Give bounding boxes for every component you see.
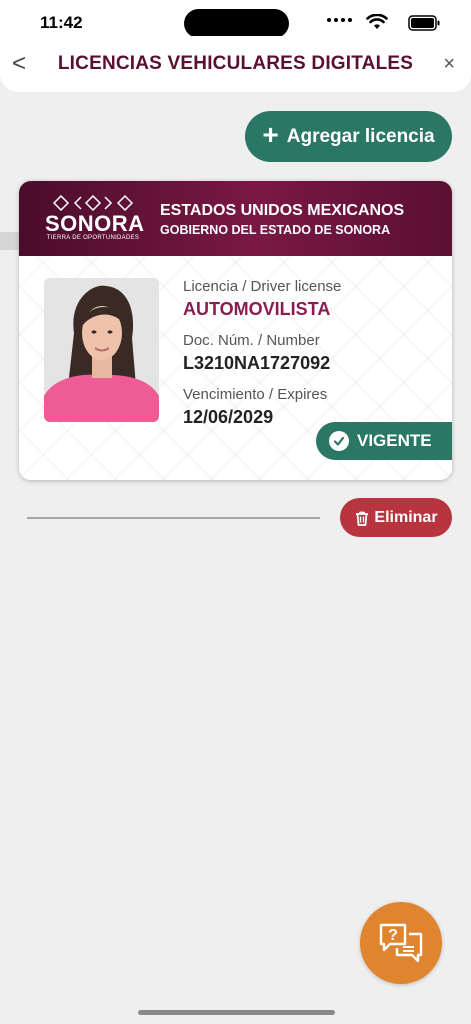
plus-icon: +	[262, 119, 279, 150]
home-indicator[interactable]	[138, 1010, 335, 1015]
license-type-value: AUTOMOVILISTA	[183, 299, 331, 319]
logo-name: SONORA	[45, 211, 145, 236]
status-label: VIGENTE	[357, 431, 432, 450]
license-card[interactable]: SONORA TIERRA DE OPORTUNIDADES ESTADOS U…	[19, 181, 452, 480]
status-badge: VIGENTE	[316, 422, 452, 460]
doc-number-value: L3210NA1727092	[183, 353, 331, 373]
license-type-label: Licencia / Driver license	[183, 278, 342, 295]
dynamic-island	[184, 9, 289, 38]
expires-value: 12/06/2029	[183, 407, 274, 427]
app-header: < LICENCIAS VEHICULARES DIGITALES ×	[0, 36, 471, 92]
expires-label: Vencimiento / Expires	[183, 386, 328, 403]
check-circle-icon	[329, 431, 349, 451]
logo-mark-icon	[53, 195, 133, 211]
page-title: LICENCIAS VEHICULARES DIGITALES	[57, 53, 414, 74]
sonora-logo: SONORA TIERRA DE OPORTUNIDADES	[45, 195, 145, 243]
card-government: GOBIERNO DEL ESTADO DE SONORA	[160, 223, 391, 237]
card-header: SONORA TIERRA DE OPORTUNIDADES ESTADOS U…	[19, 181, 452, 256]
add-license-button[interactable]: + Agregar licencia	[245, 111, 452, 162]
status-time: 11:42	[40, 13, 83, 32]
divider	[27, 517, 320, 519]
delete-label: Eliminar	[374, 508, 438, 526]
help-chat-icon: ?	[379, 923, 423, 963]
add-license-label: Agregar licencia	[286, 125, 435, 147]
help-chat-button[interactable]: ?	[360, 902, 442, 984]
signal-icon	[327, 18, 352, 22]
wifi-icon	[366, 14, 388, 29]
license-photo	[44, 278, 159, 422]
portrait-image	[44, 278, 159, 422]
logo-tagline: TIERRA DE OPORTUNIDADES	[46, 235, 140, 241]
doc-number-label: Doc. Núm. / Number	[183, 332, 320, 349]
card-country: ESTADOS UNIDOS MEXICANOS	[160, 202, 405, 219]
close-button[interactable]: ×	[443, 54, 455, 74]
battery-icon	[408, 15, 440, 31]
delete-button[interactable]: Eliminar	[340, 498, 452, 537]
svg-text:?: ?	[388, 927, 398, 944]
side-tab[interactable]	[0, 232, 19, 250]
trash-icon	[356, 511, 369, 526]
